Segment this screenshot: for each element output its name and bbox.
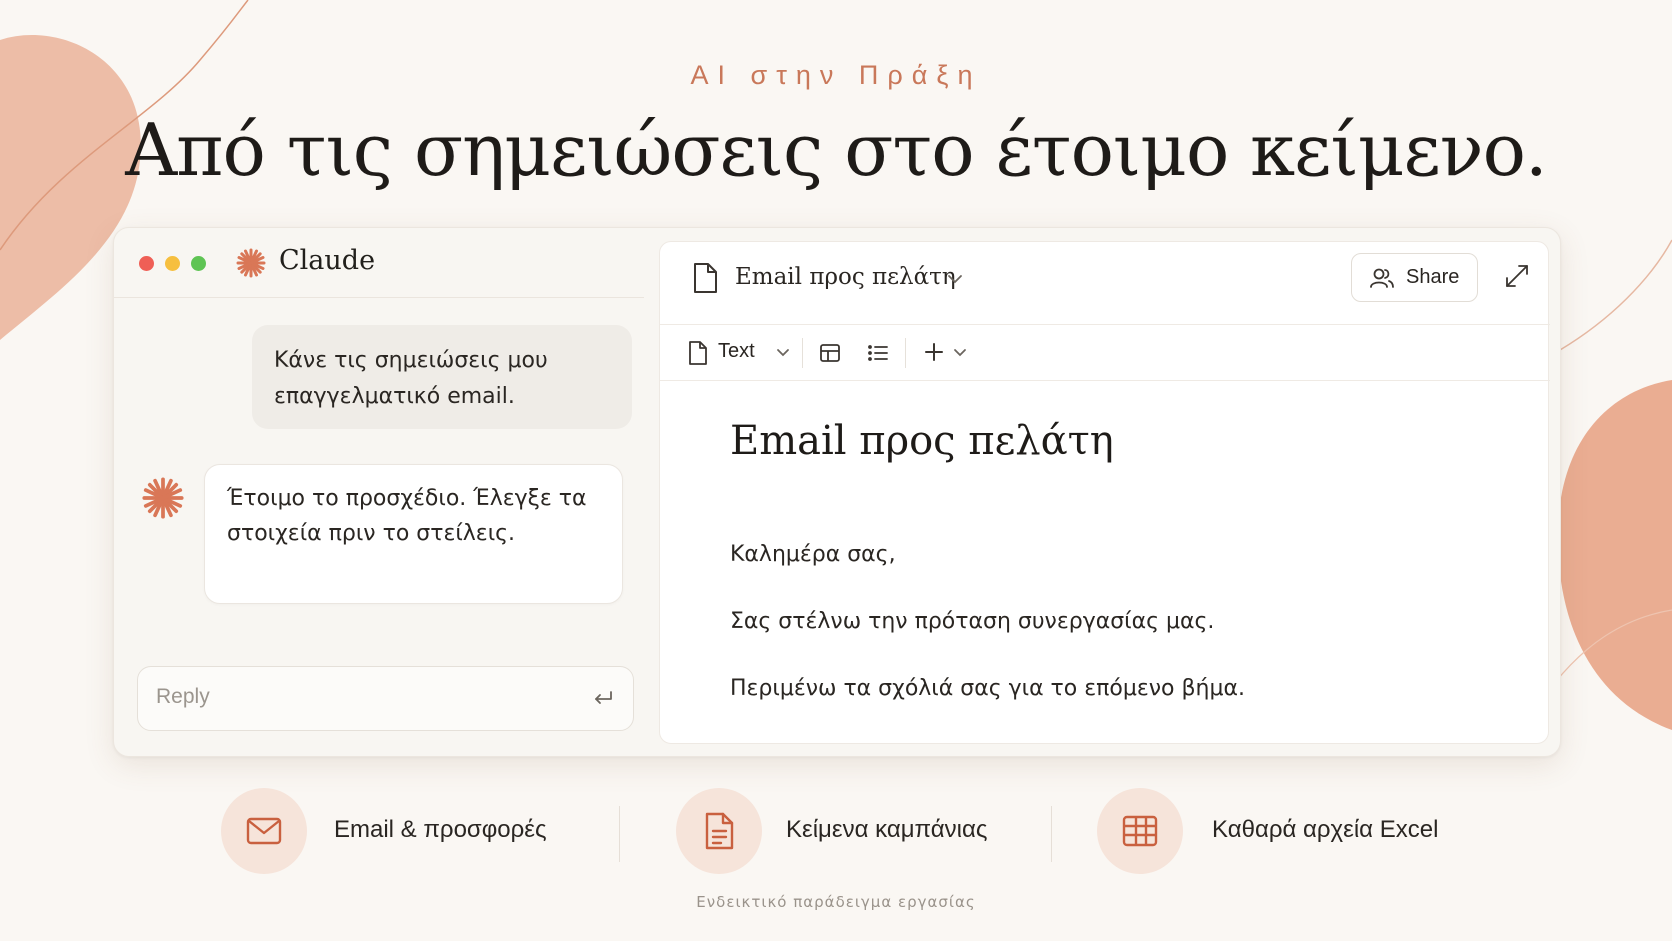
app-name: Claude xyxy=(279,245,376,276)
document-paragraph: Καλημέρα σας, xyxy=(730,542,896,567)
feature-icon-circle xyxy=(1097,788,1183,874)
reply-input[interactable]: Reply xyxy=(137,666,634,731)
chevron-down-icon[interactable] xyxy=(775,347,791,359)
document-paragraph: Σας στέλνω την πρόταση συνεργασίας μας. xyxy=(730,609,1215,634)
send-return-icon[interactable] xyxy=(591,687,615,711)
toolbar-divider xyxy=(802,338,803,368)
share-button[interactable]: Share xyxy=(1351,253,1478,302)
chevron-down-icon[interactable] xyxy=(946,272,964,286)
reply-placeholder: Reply xyxy=(156,685,210,708)
mail-icon xyxy=(246,817,282,845)
table-icon[interactable] xyxy=(818,341,842,365)
footnote: Ενδεικτικό παράδειγμα εργασίας xyxy=(696,893,976,911)
document-paragraph: Περιμένω τα σχόλιά σας για το επόμενο βή… xyxy=(730,676,1245,701)
feature-label: Email & προσφορές xyxy=(334,816,547,843)
assistant-avatar-icon xyxy=(142,477,184,519)
bullet-list-icon[interactable] xyxy=(866,341,890,365)
feature-row: Email & προσφορές Κείμενα καμπάνιας Καθα… xyxy=(0,786,1672,876)
spreadsheet-icon xyxy=(1122,815,1158,847)
feature-divider xyxy=(1051,806,1052,862)
user-message: Κάνε τις σημειώσεις μου επαγγελματικό em… xyxy=(252,325,632,429)
window-minimize-button[interactable] xyxy=(165,256,180,271)
people-icon xyxy=(1370,268,1394,288)
assistant-message: Έτοιμο το προσχέδιο. Έλεγξε τα στοιχεία … xyxy=(204,464,623,604)
chat-pane: Claude Κάνε τις σημειώσεις μου επαγγελμα… xyxy=(114,228,644,758)
share-label: Share xyxy=(1406,266,1460,288)
feature-icon-circle xyxy=(676,788,762,874)
page-headline: Από τις σημειώσεις στο έτοιμο κείμενο. xyxy=(125,108,1548,192)
window-close-button[interactable] xyxy=(139,256,154,271)
window-maximize-button[interactable] xyxy=(191,256,206,271)
plus-icon[interactable] xyxy=(922,340,946,364)
claude-logo-icon xyxy=(236,248,266,278)
chevron-down-icon[interactable] xyxy=(952,347,968,359)
file-icon xyxy=(694,263,717,293)
toolbar-divider xyxy=(905,338,906,368)
eyebrow-label: AI στην Πράξη xyxy=(690,60,982,90)
text-style-dropdown[interactable]: Text xyxy=(718,340,755,363)
document-header: Email προς πελάτη Share xyxy=(660,242,1550,325)
feature-divider xyxy=(619,806,620,862)
feature-label: Κείμενα καμπάνιας xyxy=(786,816,988,843)
document-pane: Email προς πελάτη Share Text Email προς … xyxy=(659,241,1550,744)
feature-icon-circle xyxy=(221,788,307,874)
feature-label: Καθαρά αρχεία Excel xyxy=(1212,816,1439,843)
document-heading: Email προς πελάτη xyxy=(730,418,1114,464)
document-title[interactable]: Email προς πελάτη xyxy=(735,264,956,290)
expand-icon[interactable] xyxy=(1503,262,1531,290)
text-style-file-icon xyxy=(689,341,707,365)
document-icon xyxy=(705,812,734,850)
titlebar: Claude xyxy=(114,228,644,298)
app-window: Claude Κάνε τις σημειώσεις μου επαγγελμα… xyxy=(113,227,1561,757)
editor-toolbar: Text xyxy=(660,326,1550,381)
